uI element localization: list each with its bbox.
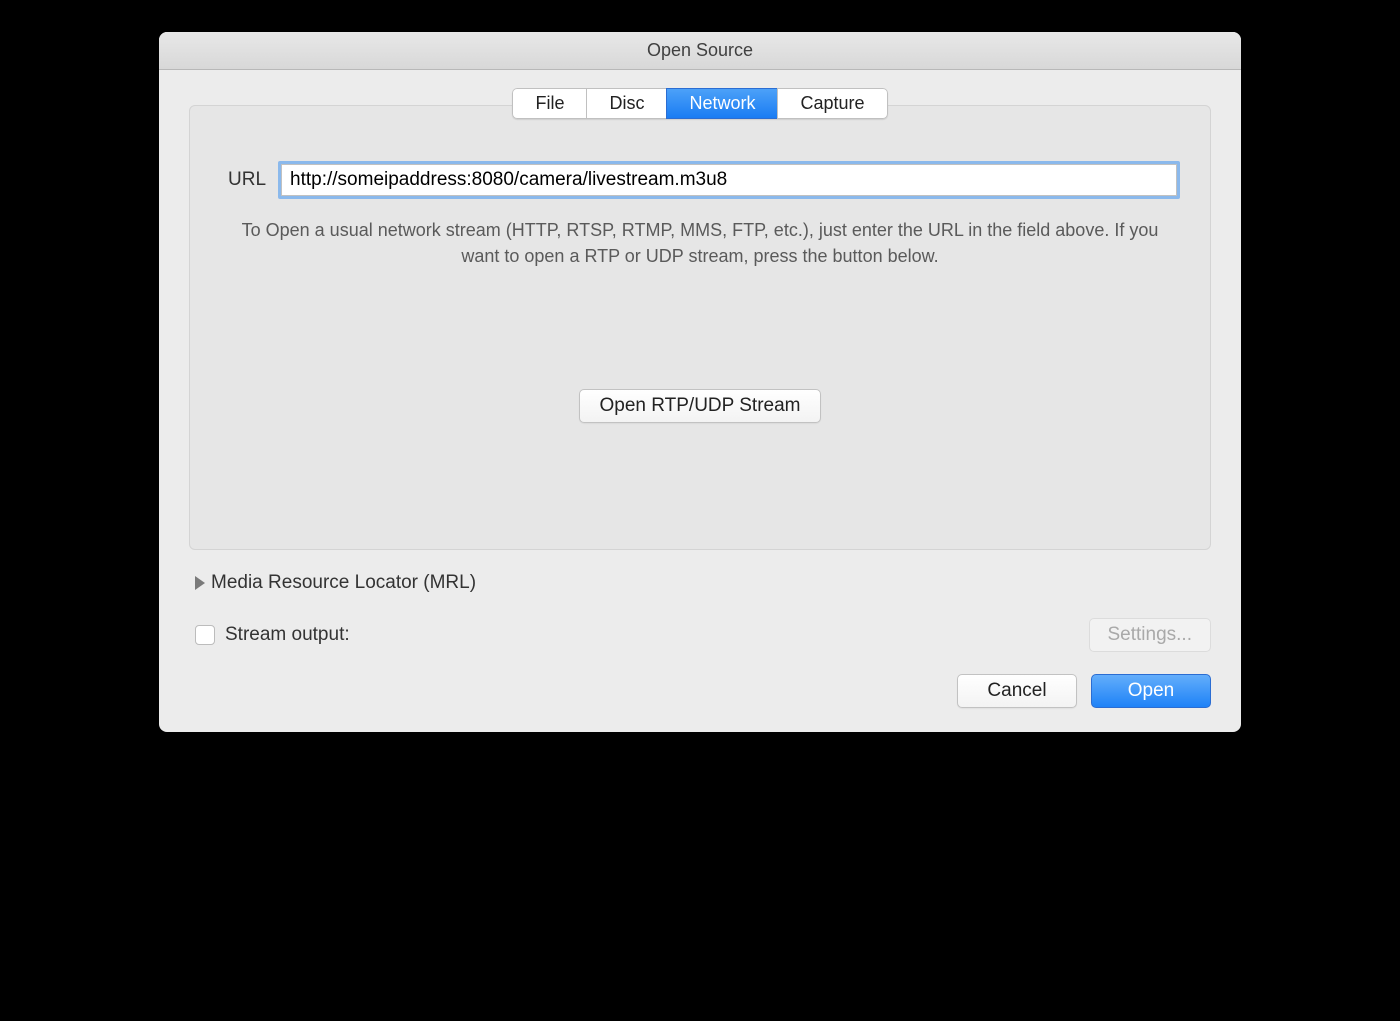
tab-disc[interactable]: Disc xyxy=(586,88,666,119)
mrl-disclosure[interactable]: Media Resource Locator (MRL) xyxy=(195,572,1211,594)
open-source-dialog: Open Source File Disc Network Capture UR… xyxy=(159,32,1241,732)
tab-file[interactable]: File xyxy=(512,88,586,119)
url-row: URL xyxy=(220,161,1180,199)
settings-button: Settings... xyxy=(1089,618,1212,652)
open-rtp-udp-button[interactable]: Open RTP/UDP Stream xyxy=(579,389,822,423)
stream-output-checkbox[interactable] xyxy=(195,625,215,645)
window-title: Open Source xyxy=(647,40,753,61)
network-panel: URL To Open a usual network stream (HTTP… xyxy=(189,105,1211,550)
tab-capture[interactable]: Capture xyxy=(777,88,887,119)
rtp-button-row: Open RTP/UDP Stream xyxy=(220,389,1180,423)
url-input-focus-ring xyxy=(278,161,1180,199)
stream-output-label: Stream output: xyxy=(225,624,350,646)
window-titlebar: Open Source xyxy=(159,32,1241,70)
url-label: URL xyxy=(228,169,266,191)
dialog-content: File Disc Network Capture URL To Open a … xyxy=(159,70,1241,732)
tab-network[interactable]: Network xyxy=(666,88,777,119)
footer-buttons: Cancel Open xyxy=(189,674,1211,708)
source-tabs: File Disc Network Capture xyxy=(512,88,887,119)
stream-output-row: Stream output: Settings... xyxy=(195,618,1211,652)
tabs-container: File Disc Network Capture xyxy=(189,70,1211,119)
open-button[interactable]: Open xyxy=(1091,674,1211,708)
cancel-button[interactable]: Cancel xyxy=(957,674,1077,708)
disclosure-triangle-icon xyxy=(195,576,205,590)
mrl-label: Media Resource Locator (MRL) xyxy=(211,572,476,594)
url-input[interactable] xyxy=(281,164,1177,196)
network-help-text: To Open a usual network stream (HTTP, RT… xyxy=(220,217,1180,269)
stream-output-left: Stream output: xyxy=(195,624,350,646)
